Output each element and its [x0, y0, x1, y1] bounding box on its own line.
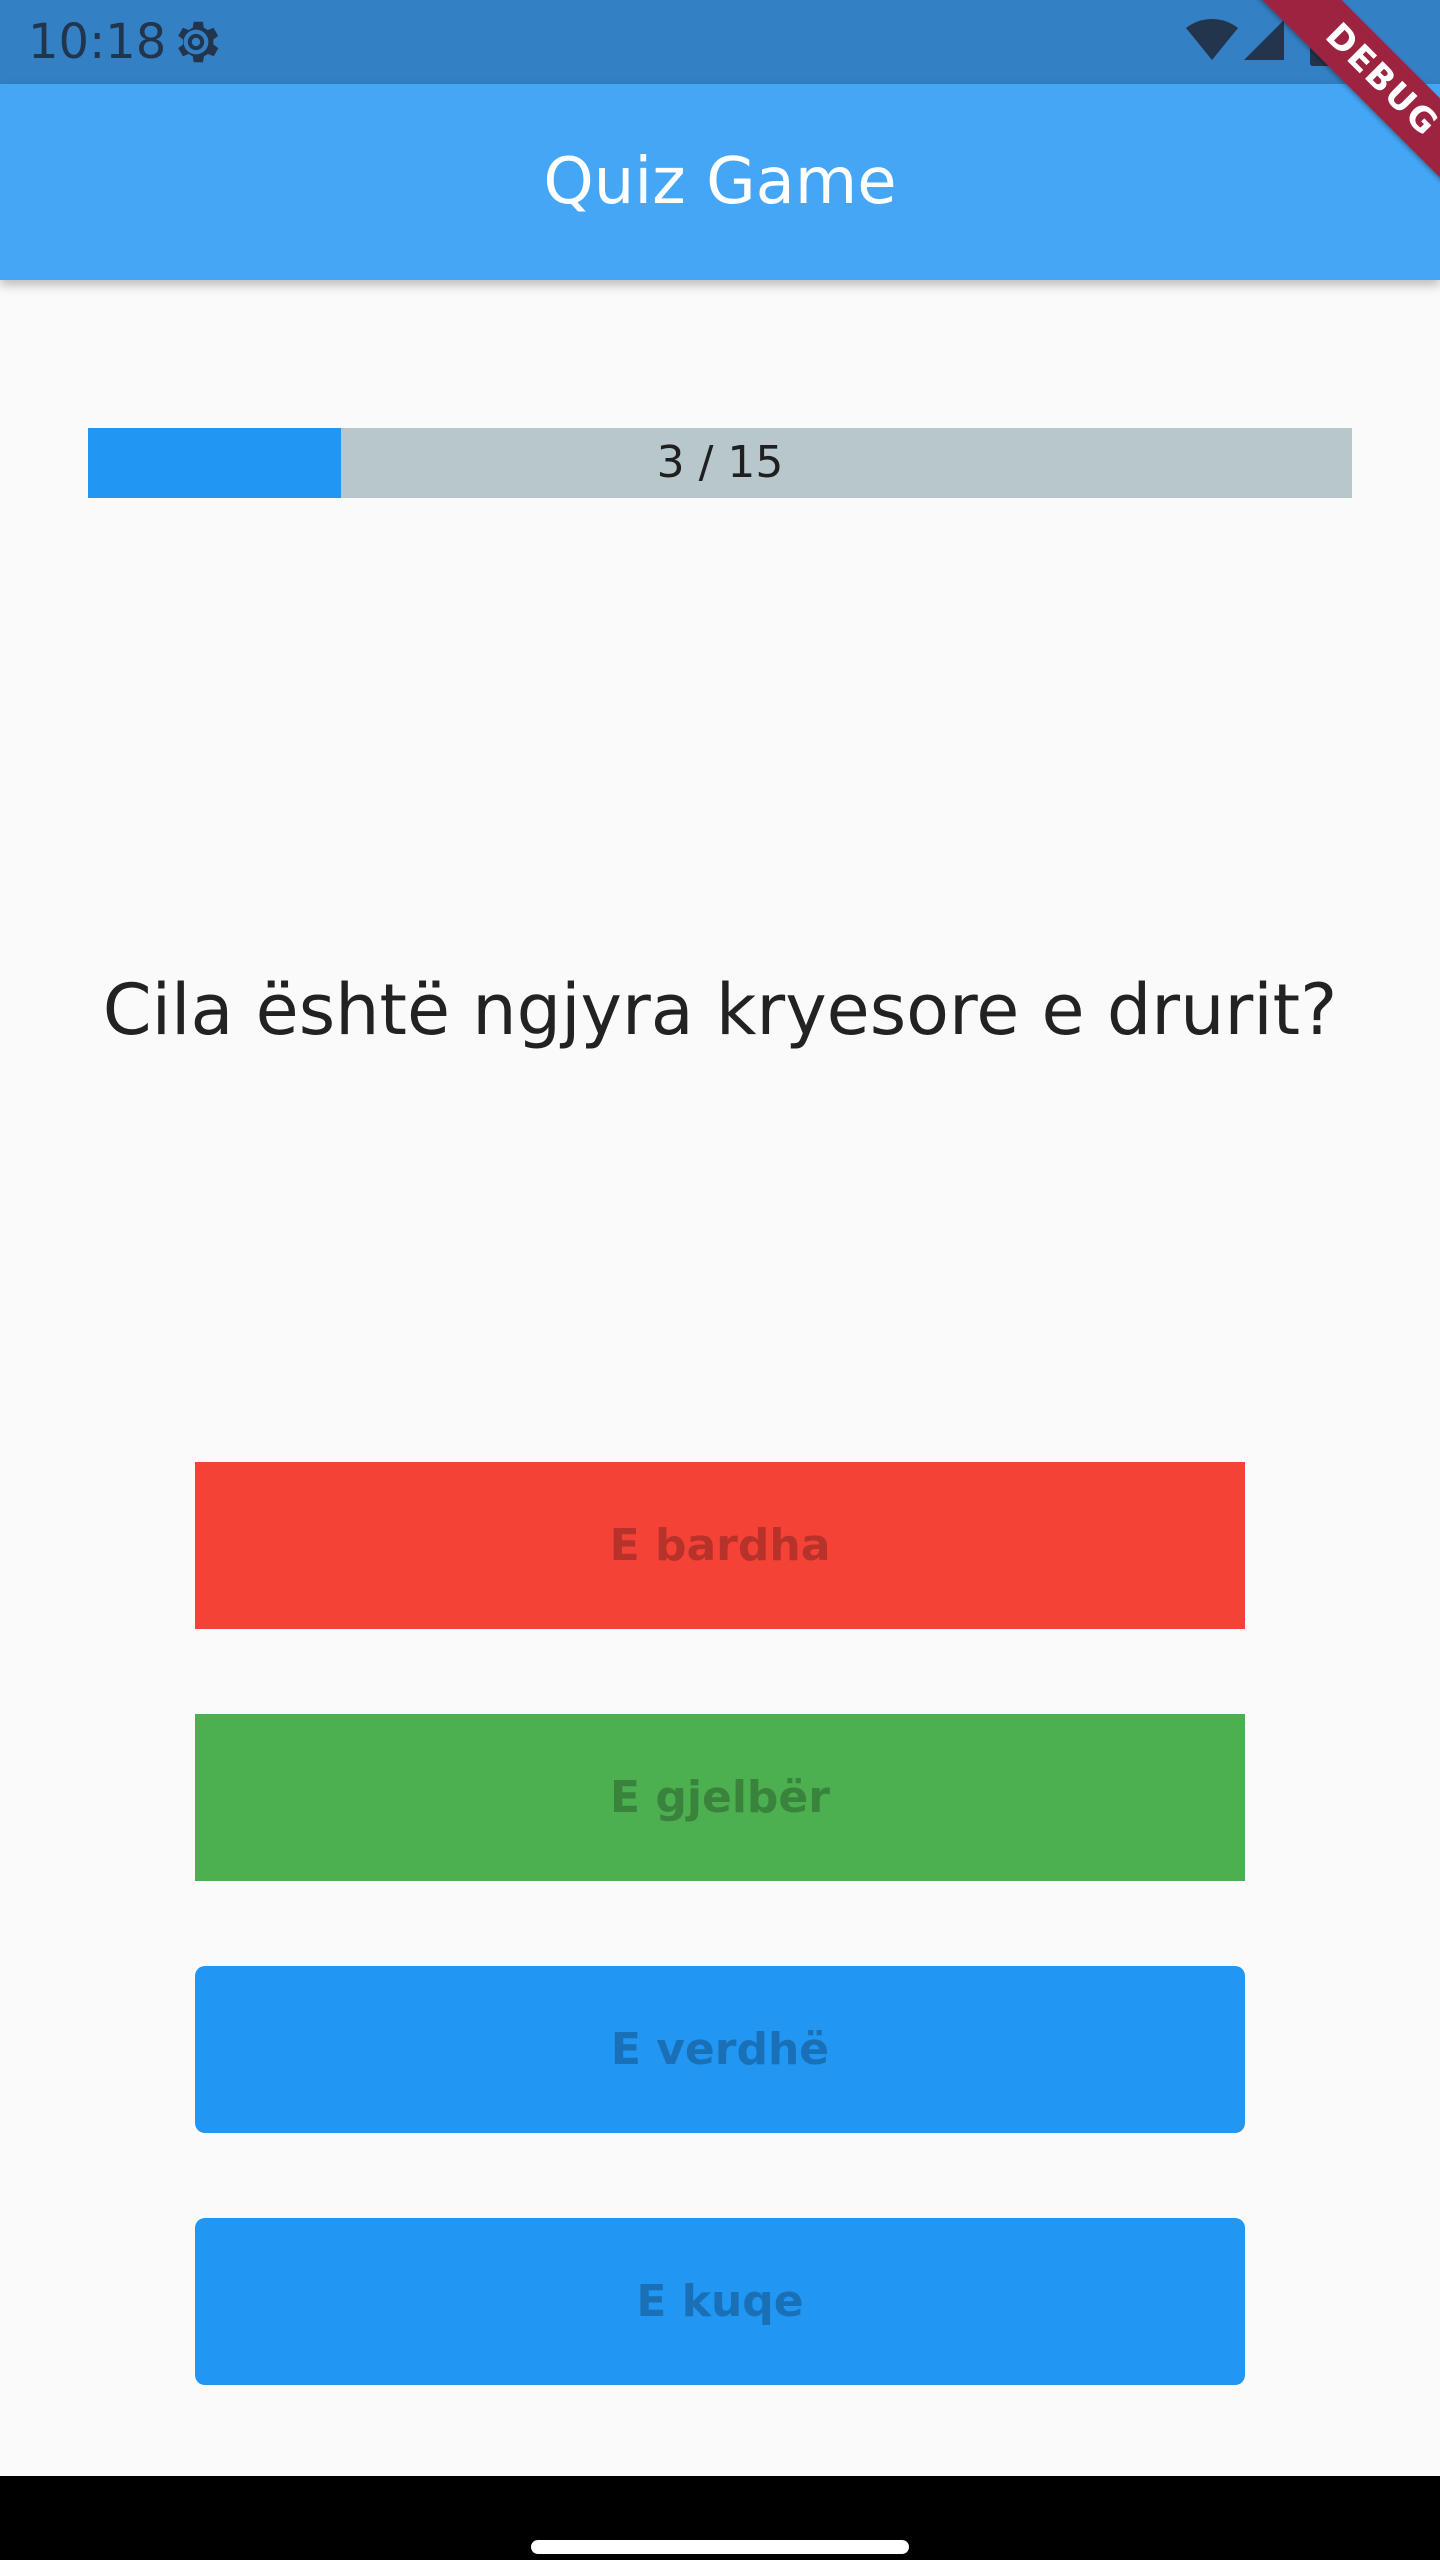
quiz-progress-bar: 3 / 15 — [88, 428, 1352, 498]
status-time: 10:18 — [28, 14, 167, 70]
app-title: Quiz Game — [543, 145, 897, 219]
app-bar: Quiz Game — [0, 84, 1440, 280]
status-bar: 10:18 — [0, 0, 1440, 84]
question-text: Cila është ngjyra kryesore e drurit? — [102, 969, 1338, 1051]
cell-signal-icon — [1244, 20, 1284, 60]
answer-button-2[interactable]: E gjelbër — [195, 1714, 1245, 1881]
settings-gear-icon — [178, 21, 219, 63]
home-gesture-handle[interactable] — [531, 2540, 909, 2554]
answer-button-4[interactable]: E kuqe — [195, 2218, 1245, 2385]
progress-label: 3 / 15 — [656, 437, 784, 488]
answer-button-3[interactable]: E verdhë — [195, 1966, 1245, 2133]
wifi-icon — [1186, 19, 1238, 60]
answer-button-1[interactable]: E bardha — [195, 1462, 1245, 1629]
